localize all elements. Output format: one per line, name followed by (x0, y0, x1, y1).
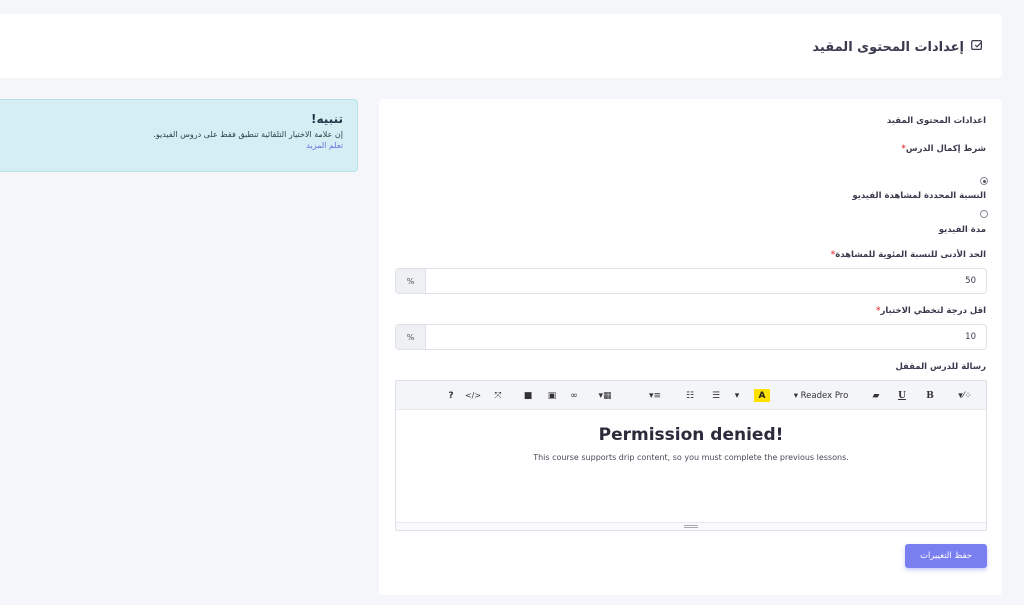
editor-content-text[interactable]: This course supports drip content, so yo… (396, 453, 986, 462)
code-view-button[interactable]: </> (462, 381, 484, 410)
save-changes-button[interactable]: حفظ التغييرات (905, 544, 987, 568)
completion-condition-label: شرط إكمال الدرس* (901, 144, 986, 154)
highlight-color-button[interactable]: A (754, 389, 770, 402)
min-percent-input-group: % (395, 268, 987, 294)
underline-button[interactable]: U (894, 381, 910, 410)
info-alert: تنبيه! إن علامة الاختيار التلقائية تنطبق… (0, 99, 358, 172)
page-title: إعدادات المحتوى المقيد (812, 38, 984, 56)
percent-addon: % (396, 325, 426, 349)
rich-text-editor: ? </> ⤧ ■ ▣ ∞ ▾▦ ▾≡ ☷ ☰ ▾ A ▾ Readex Pro… (395, 380, 987, 531)
list-dropdown-button[interactable]: ▾ (732, 381, 742, 410)
fullscreen-button[interactable]: ⤧ (490, 381, 506, 410)
fullscreen-icon: ⤧ (494, 390, 502, 401)
magic-wand-icon: ▾⁄⁘ (958, 390, 972, 401)
min-score-input[interactable] (426, 325, 986, 349)
magic-style-button[interactable]: ▾⁄⁘ (952, 381, 978, 410)
edit-square-icon (970, 38, 984, 56)
resize-grip-icon (684, 525, 698, 528)
radio-video-percentage-label: النسبة المحددة لمشاهدة الفيديو (852, 191, 986, 201)
help-button[interactable]: ? (444, 381, 458, 410)
min-score-label: اقل درجة لتخطي الاختبار* (876, 306, 986, 316)
ordered-list-button[interactable]: ☷ (682, 381, 698, 410)
eraser-icon: ▰ (872, 390, 880, 401)
align-icon: ▾≡ (648, 390, 662, 401)
video-button[interactable]: ■ (520, 381, 536, 410)
link-button[interactable]: ∞ (566, 381, 582, 410)
bold-button[interactable]: B (922, 381, 938, 410)
editor-resize-bar[interactable] (396, 522, 986, 530)
chevron-down-icon: ▾ (734, 390, 740, 401)
section-title: اعدادات المحتوى المقيد (886, 116, 986, 126)
image-button[interactable]: ▣ (544, 381, 560, 410)
min-percent-input[interactable] (426, 269, 986, 293)
alert-text: إن علامة الاختيار التلقائية تنطبق فقط عل… (153, 130, 343, 139)
settings-card: اعدادات المحتوى المقيد شرط إكمال الدرس* … (379, 99, 1002, 595)
eraser-button[interactable]: ▰ (868, 381, 884, 410)
page-title-text: إعدادات المحتوى المقيد (812, 39, 964, 55)
video-icon: ■ (523, 390, 533, 401)
editor-toolbar: ? </> ⤧ ■ ▣ ∞ ▾▦ ▾≡ ☷ ☰ ▾ A ▾ Readex Pro… (396, 381, 986, 410)
min-percent-label: الحد الأدنى للنسبة المئوية للمشاهدة* (830, 250, 986, 260)
unordered-list-icon: ☰ (711, 390, 721, 401)
min-score-input-group: % (395, 324, 987, 350)
table-button[interactable]: ▾▦ (592, 381, 618, 410)
paragraph-align-button[interactable]: ▾≡ (642, 381, 668, 410)
radio-video-duration-label: مدة الفيديو (938, 225, 986, 235)
chevron-down-icon: ▾ (793, 390, 801, 401)
alert-title: تنبيه! (311, 112, 343, 126)
radio-video-percentage[interactable] (980, 177, 988, 185)
learn-more-link[interactable]: تعلم المزيد (0, 141, 343, 150)
editor-content-title[interactable]: Permission denied! (396, 425, 986, 445)
unordered-list-button[interactable]: ☰ (708, 381, 724, 410)
page-header: إعدادات المحتوى المقيد (0, 14, 1002, 78)
ordered-list-icon: ☷ (685, 390, 695, 401)
table-icon: ▾▦ (598, 390, 612, 401)
radio-video-duration[interactable] (980, 210, 988, 218)
font-family-dropdown[interactable]: ▾ Readex Pro (786, 381, 856, 410)
percent-addon: % (396, 269, 426, 293)
image-icon: ▣ (547, 390, 557, 401)
locked-message-label: رسالة للدرس المقفل (895, 362, 986, 372)
link-icon: ∞ (570, 390, 578, 401)
